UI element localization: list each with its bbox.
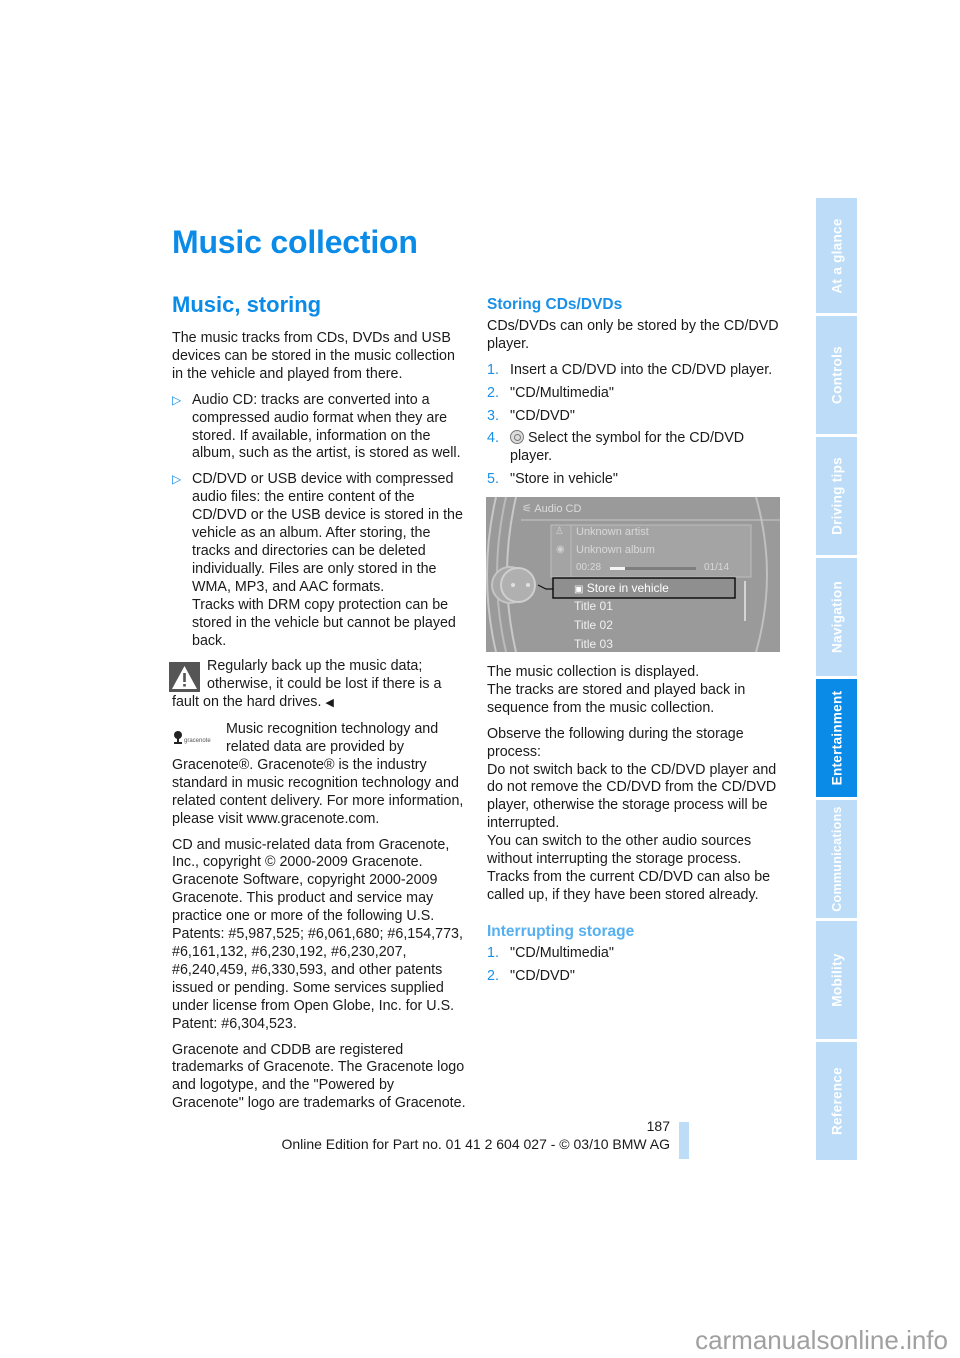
idrive-screen-image: ⚟ Audio CD ♙ ◉ Unknown artist Unknown al… — [486, 497, 780, 652]
tab-label: Navigation — [829, 580, 844, 654]
intro-paragraph: The music tracks from CDs, DVDs and USB … — [172, 330, 455, 382]
tab-driving-tips[interactable]: Driving tips — [816, 437, 857, 555]
after-screen-text: The music collection is displayed. — [487, 664, 700, 680]
screen-header-label: Audio CD — [534, 503, 582, 515]
step-item: 1. "CD/Multimedia" — [487, 945, 787, 963]
right-column: Storing CDs/DVDs CDs/DVDs can only be st… — [487, 296, 787, 494]
triangle-bullet-icon: ▷ — [172, 392, 182, 407]
cd-dvd-player-icon — [510, 430, 524, 445]
elapsed-time: 00:28 — [576, 562, 602, 573]
step-text: Insert a CD/DVD into the CD/DVD player. — [510, 361, 773, 378]
step-number: 2. — [487, 384, 499, 401]
step-number: 4. — [487, 430, 499, 447]
step-number: 1. — [487, 944, 499, 961]
bullet-text: CD/DVD or USB device with compressed aud… — [192, 471, 463, 595]
end-mark-icon: ◀ — [325, 697, 334, 710]
gracenote-logo-icon: gracenote — [172, 729, 218, 745]
artist-icon: ♙ — [555, 526, 564, 537]
menu-item-label: Store in vehicle — [586, 581, 669, 595]
album-icon: ◉ — [556, 544, 565, 555]
artist-label: Unknown artist — [576, 526, 649, 538]
warning-note: Regularly back up the music data; otherw… — [169, 658, 467, 713]
step-item: 3. "CD/DVD" — [487, 408, 787, 426]
step-text: "CD/DVD" — [510, 967, 575, 984]
track-item[interactable]: Title 03 — [574, 637, 613, 651]
step-item: 1. Insert a CD/DVD into the CD/DVD playe… — [487, 362, 787, 380]
bullet-text-drm: Tracks with DRM copy protection can be s… — [192, 596, 456, 649]
bullet-text: Audio CD: tracks are converted into a co… — [192, 391, 461, 462]
tab-label: Controls — [829, 346, 844, 404]
copyright-paragraph: CD and music-related data from Gracenote… — [172, 836, 463, 1032]
screen-header: ⚟ Audio CD — [522, 502, 581, 515]
tab-communications[interactable]: Communications — [816, 800, 857, 918]
observe-text: Do not switch back to the CD/DVD player … — [487, 761, 777, 832]
after-screen-text-2: The tracks are stored and played back in… — [487, 681, 746, 716]
tab-mobility[interactable]: Mobility — [816, 921, 857, 1039]
page-marker — [679, 1122, 689, 1159]
tab-label: Mobility — [829, 953, 844, 1007]
svg-text:gracenote: gracenote — [184, 738, 211, 744]
tab-label: Reference — [829, 1067, 844, 1135]
tab-label: Driving tips — [829, 457, 844, 535]
step-number: 1. — [487, 361, 499, 378]
tab-label: Communications — [829, 806, 844, 912]
footer-edition: Online Edition for Part no. 01 41 2 604 … — [281, 1136, 670, 1152]
progress-fill — [610, 567, 625, 570]
album-label: Unknown album — [576, 544, 655, 556]
step-number: 2. — [487, 967, 499, 984]
audio-settings-icon: ⚟ — [522, 503, 532, 515]
left-column: The music tracks from CDs, DVDs and USB … — [169, 330, 467, 1121]
section-title: Music, storing — [172, 292, 322, 317]
step-item: 2. "CD/DVD" — [487, 968, 787, 986]
observe-heading-text: Observe the following during the storage… — [487, 725, 744, 760]
storing-intro: CDs/DVDs can only be stored by the CD/DV… — [487, 317, 779, 352]
right-column-lower: The music collection is displayed. The t… — [487, 664, 787, 991]
store-icon: ▣ — [574, 584, 584, 595]
gracenote-note: gracenote Music recognition technology a… — [172, 721, 467, 828]
watermark: carmanualsonline.info — [695, 1325, 948, 1355]
warning-icon — [169, 662, 200, 693]
page-title: Music collection — [172, 224, 418, 260]
tab-label: At a glance — [829, 217, 844, 294]
trademark-paragraph: Gracenote and CDDB are registered tradem… — [172, 1041, 466, 1112]
menu-item-store-in-vehicle[interactable]: ▣ Store in vehicle — [574, 581, 669, 595]
step-text: "CD/DVD" — [510, 407, 575, 424]
tab-navigation[interactable]: Navigation — [816, 558, 857, 676]
bullet-item: ▷ Audio CD: tracks are converted into a … — [172, 392, 467, 464]
tab-label: Entertainment — [829, 690, 844, 786]
interrupt-heading: Interrupting storage — [487, 922, 635, 940]
step-text: "CD/Multimedia" — [510, 384, 614, 401]
step-item: 4. Select the symbol for the CD/DVD play… — [487, 430, 787, 466]
triangle-bullet-icon: ▷ — [172, 472, 182, 487]
tab-at-a-glance[interactable]: At a glance — [816, 198, 857, 313]
observe-text-2: You can switch to the other audio source… — [487, 833, 771, 903]
step-text: "CD/Multimedia" — [510, 944, 614, 961]
track-counter: 01/14 — [704, 562, 730, 573]
track-item[interactable]: Title 01 — [574, 599, 613, 613]
step-number: 3. — [487, 407, 499, 424]
tab-reference[interactable]: Reference — [816, 1042, 857, 1160]
storing-heading: Storing CDs/DVDs — [487, 296, 623, 313]
tab-entertainment[interactable]: Entertainment — [816, 679, 857, 797]
tab-controls[interactable]: Controls — [816, 316, 857, 434]
step-item: 5. "Store in vehicle" — [487, 471, 787, 489]
track-item[interactable]: Title 02 — [574, 618, 613, 632]
step-item: 2. "CD/Multimedia" — [487, 385, 787, 403]
bullet-item: ▷ CD/DVD or USB device with compressed a… — [172, 471, 467, 650]
step-number: 5. — [487, 471, 499, 488]
step-text: "Store in vehicle" — [510, 471, 618, 488]
warning-text: Regularly back up the music data; otherw… — [172, 658, 442, 711]
page-number: 187 — [646, 1118, 670, 1134]
step-text: Select the symbol for the CD/DVD player. — [510, 430, 745, 465]
